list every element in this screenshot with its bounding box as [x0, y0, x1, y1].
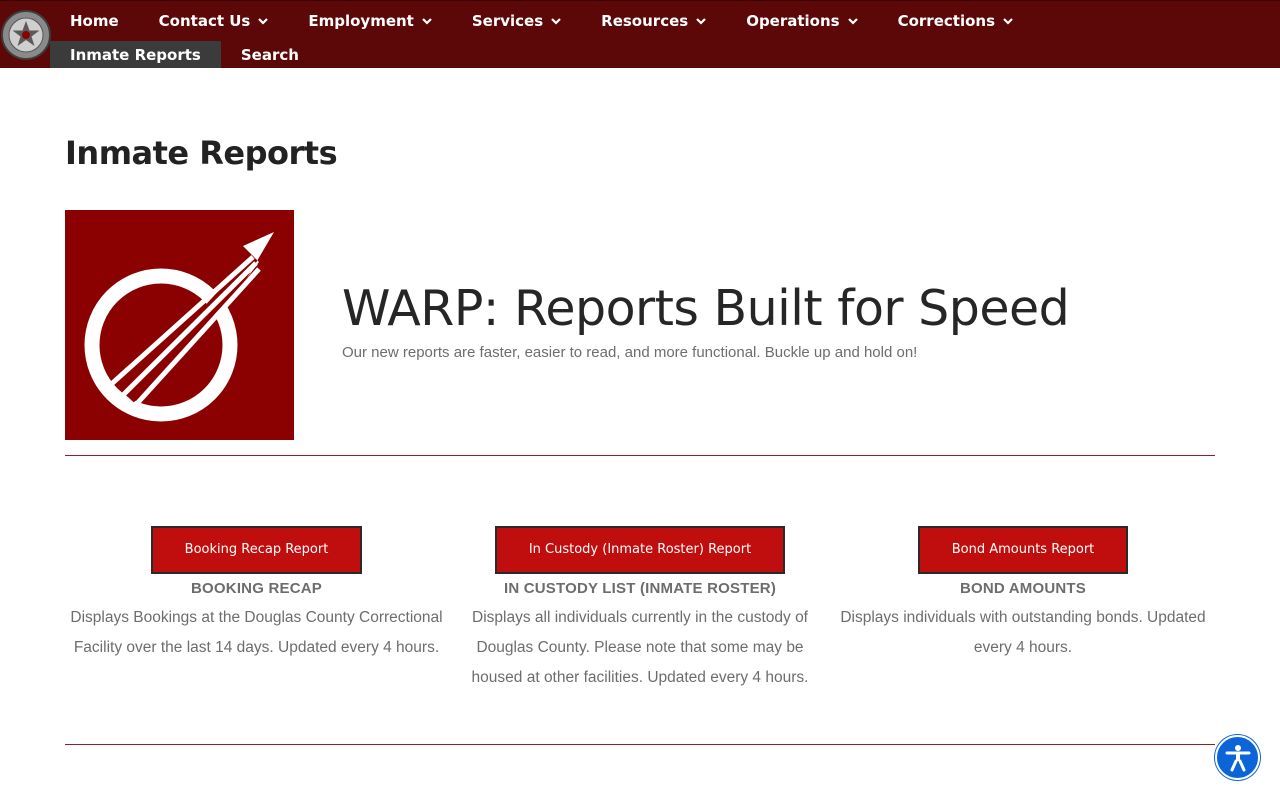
divider	[65, 455, 1215, 456]
report-card-bond-amounts: Bond Amounts Report BOND AMOUNTS Display…	[838, 526, 1208, 663]
report-description: Displays all individuals currently in th…	[471, 609, 809, 686]
warp-subtitle: Our new reports are faster, easier to re…	[342, 344, 918, 361]
report-heading: IN CUSTODY LIST (INMATE ROSTER)	[503, 580, 777, 597]
nav-contact-us-label: Contact Us	[158, 12, 251, 30]
nav-home-label: Home	[70, 12, 119, 30]
nav-operations-label: Operations	[746, 12, 840, 30]
report-card-in-custody: In Custody (Inmate Roster) Report IN CUS…	[460, 526, 820, 693]
chevron-down-icon	[1003, 17, 1013, 25]
chevron-down-icon	[258, 17, 269, 25]
nav-contact-us[interactable]: Contact Us	[139, 1, 289, 41]
sub-menu: Inmate Reports Search	[50, 41, 319, 69]
report-description: Displays Bookings at the Douglas County …	[70, 609, 443, 656]
bond-amounts-report-button[interactable]: Bond Amounts Report	[917, 526, 1129, 574]
sheriff-badge-icon[interactable]	[1, 9, 51, 61]
nav-services-label: Services	[471, 12, 544, 30]
accessibility-icon[interactable]	[1215, 735, 1260, 780]
warp-title: WARP: Reports Built for Speed	[342, 280, 1070, 337]
subnav-inmate-reports-label: Inmate Reports	[70, 45, 201, 64]
rocket-arrow-icon	[65, 210, 294, 440]
nav-operations[interactable]: Operations	[726, 1, 877, 41]
nav-services[interactable]: Services	[452, 1, 581, 41]
main-menu: Home Contact Us Employment Services Reso…	[50, 1, 1033, 41]
nav-resources[interactable]: Resources	[581, 1, 726, 41]
nav-corrections[interactable]: Corrections	[878, 1, 1033, 41]
report-card-booking-recap: Booking Recap Report BOOKING RECAP Displ…	[65, 526, 448, 663]
in-custody-report-button[interactable]: In Custody (Inmate Roster) Report	[494, 526, 786, 574]
subnav-search-label: Search	[240, 45, 299, 64]
top-navigation: Home Contact Us Employment Services Reso…	[0, 0, 1280, 68]
chevron-down-icon	[696, 17, 706, 25]
nav-corrections-label: Corrections	[897, 12, 995, 30]
nav-resources-label: Resources	[601, 12, 689, 30]
nav-home[interactable]: Home	[50, 1, 139, 41]
nav-employment[interactable]: Employment	[288, 1, 452, 41]
page-title: Inmate Reports	[65, 134, 338, 172]
report-description: Displays individuals with outstanding bo…	[840, 609, 1206, 656]
subnav-search[interactable]: Search	[221, 41, 319, 68]
divider	[65, 744, 1215, 745]
report-heading: BOND AMOUNTS	[959, 580, 1086, 597]
chevron-down-icon	[422, 17, 432, 25]
nav-employment-label: Employment	[308, 12, 414, 30]
subnav-inmate-reports[interactable]: Inmate Reports	[50, 41, 221, 68]
booking-recap-report-button[interactable]: Booking Recap Report	[150, 526, 363, 574]
report-heading: BOOKING RECAP	[191, 580, 322, 597]
chevron-down-icon	[847, 17, 858, 25]
chevron-down-icon	[551, 17, 561, 25]
